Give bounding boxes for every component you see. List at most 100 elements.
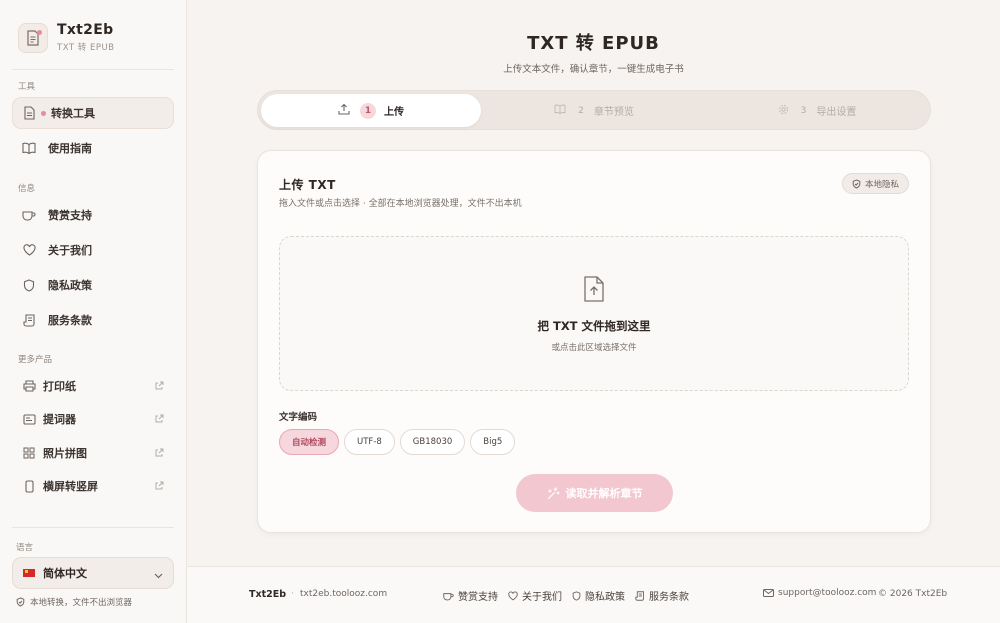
page-subtitle: 上传文本文件，确认章节，一键生成电子书 (503, 64, 684, 75)
coffee-icon (22, 208, 36, 222)
footer-link-support[interactable]: 赞赏支持 (443, 588, 498, 603)
chevron-down-icon (154, 569, 163, 582)
printer-icon (22, 379, 36, 393)
footer-separator: · (871, 589, 874, 599)
sidebar-item-label: 赞赏支持 (48, 209, 92, 222)
step-upload[interactable]: 1 上传 (261, 94, 481, 127)
footer-separator: · (291, 589, 294, 599)
stepper: 1 上传 2 章节预览 3 导出设置 (257, 90, 931, 130)
sidebar-item-photo-grid[interactable]: 照片拼图 (12, 437, 174, 469)
coffee-icon (443, 592, 454, 600)
active-dot (41, 110, 46, 116)
language-select[interactable]: 简体中文 (12, 557, 174, 589)
shield-icon (22, 278, 36, 292)
shield-check-icon (852, 178, 861, 189)
encoding-options: 自动检测 UTF-8 GB18030 Big5 (279, 429, 520, 455)
sidebar: Txt2Eb TXT 转 EPUB 工具 转换工具 使用指南 信息 赞赏支持 关… (0, 0, 187, 623)
divider (12, 527, 174, 528)
shield-icon (572, 590, 581, 601)
language-label: 语言 (16, 543, 34, 553)
document-icon (23, 106, 37, 120)
sidebar-item-label: 关于我们 (48, 244, 92, 257)
phone-icon (22, 479, 36, 493)
dropzone-title: 把 TXT 文件拖到这里 (537, 319, 651, 333)
encoding-option-auto[interactable]: 自动检测 (279, 429, 340, 455)
parse-chapters-button[interactable]: 读取并解析章节 (516, 474, 673, 512)
encoding-option-gb18030[interactable]: GB18030 (399, 429, 466, 455)
logo-icon (18, 22, 48, 53)
sidebar-item-label: 隐私政策 (48, 279, 92, 292)
language-value: 简体中文 (43, 567, 87, 580)
step-number: 2 (578, 105, 584, 116)
local-conversion-note: 本地转换，文件不出浏览器 (16, 596, 132, 608)
step-label: 上传 (384, 107, 404, 118)
scroll-icon (22, 313, 36, 327)
sidebar-item-label: 横屏转竖屏 (43, 480, 98, 493)
external-link-icon (155, 480, 164, 493)
sidebar-item-label: 打印纸 (43, 380, 76, 393)
upload-icon (338, 103, 350, 118)
sidebar-item-label: 提词器 (43, 413, 76, 426)
step-label: 章节预览 (593, 107, 634, 118)
sidebar-item-guide[interactable]: 使用指南 (12, 132, 174, 164)
brand[interactable]: Txt2Eb TXT 转 EPUB (18, 22, 115, 53)
step-number: 1 (360, 102, 376, 119)
section-info-heading: 信息 (18, 184, 36, 194)
sparkle-icon (547, 486, 560, 499)
footer-link-terms[interactable]: 服务条款 (635, 588, 689, 603)
sidebar-item-about[interactable]: 关于我们 (12, 234, 174, 266)
step-number: 3 (800, 105, 807, 116)
card-description: 拖入文件或点击选择 · 全部在本地浏览器处理，文件不出本机 (279, 199, 522, 209)
step-chapter-preview[interactable]: 2 章节预览 (484, 94, 704, 127)
section-more-heading: 更多产品 (18, 355, 53, 365)
grid-icon (22, 446, 36, 460)
shield-check-icon (16, 597, 25, 607)
sidebar-item-label: 使用指南 (48, 142, 92, 155)
book-icon (22, 141, 36, 155)
page-title: TXT 转 EPUB (527, 33, 660, 54)
footer-email-link[interactable]: support@toolooz.com (763, 588, 876, 598)
dropzone-subtitle: 或点击此区域选择文件 (551, 343, 637, 353)
sidebar-item-landscape-to-portrait[interactable]: 横屏转竖屏 (12, 470, 174, 502)
external-link-icon (155, 447, 164, 460)
scroll-icon (635, 590, 644, 601)
sidebar-item-converter[interactable]: 转换工具 (12, 97, 174, 129)
footer: Txt2Eb · txt2eb.toolooz.com 赞赏支持 关于我们 隐私… (187, 566, 1000, 623)
sidebar-item-print-paper[interactable]: 打印纸 (12, 370, 174, 402)
file-upload-icon (582, 275, 606, 307)
gear-icon (778, 104, 789, 118)
footer-links: 赞赏支持 关于我们 隐私政策 服务条款 (443, 588, 699, 603)
sidebar-item-support[interactable]: 赞赏支持 (12, 199, 174, 231)
encoding-option-big5[interactable]: Big5 (470, 429, 516, 455)
app-subtitle: TXT 转 EPUB (57, 43, 115, 53)
file-dropzone[interactable]: 把 TXT 文件拖到这里 或点击此区域选择文件 (279, 236, 909, 391)
heart-icon (508, 591, 518, 600)
divider (12, 69, 174, 70)
main-content: TXT 转 EPUB 上传文本文件，确认章节，一键生成电子书 1 上传 2 章节… (187, 0, 1000, 566)
step-export-settings[interactable]: 3 导出设置 (707, 94, 927, 127)
external-link-icon (155, 413, 164, 426)
sidebar-item-teleprompter[interactable]: 提词器 (12, 403, 174, 435)
step-label: 导出设置 (816, 107, 857, 118)
encoding-option-utf8[interactable]: UTF-8 (344, 429, 395, 455)
section-tools-heading: 工具 (18, 82, 36, 92)
sidebar-item-label: 服务条款 (48, 314, 92, 327)
card-title: 上传 TXT (279, 178, 336, 192)
mail-icon (763, 589, 774, 597)
external-link-icon (155, 380, 164, 393)
footer-brand: Txt2Eb (249, 589, 287, 600)
sidebar-item-privacy[interactable]: 隐私政策 (12, 269, 174, 301)
china-flag-icon (23, 569, 35, 577)
footer-link-privacy[interactable]: 隐私政策 (572, 588, 625, 603)
sidebar-item-terms[interactable]: 服务条款 (12, 304, 174, 336)
sidebar-item-label: 转换工具 (51, 107, 95, 120)
encoding-label: 文字编码 (279, 412, 318, 423)
teleprompter-icon (22, 412, 36, 426)
footer-link-about[interactable]: 关于我们 (508, 588, 562, 603)
privacy-badge: 本地隐私 (841, 173, 909, 194)
footer-site-link[interactable]: txt2eb.toolooz.com (300, 589, 387, 599)
sidebar-item-label: 照片拼图 (43, 447, 87, 460)
app-name: Txt2Eb (57, 22, 114, 38)
book-icon (554, 104, 566, 117)
footer-copyright: © 2026 Txt2Eb (878, 589, 948, 599)
